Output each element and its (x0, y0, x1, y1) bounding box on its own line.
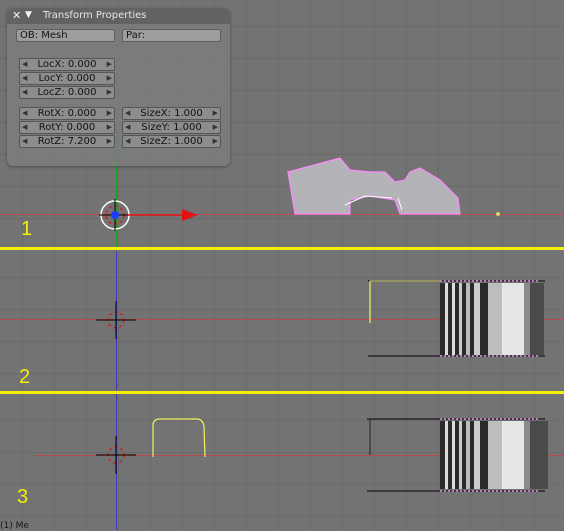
locx-value: LocX: 0.000 (37, 59, 97, 70)
rotz-field[interactable]: ◀ RotZ: 7.200 ▶ (19, 135, 115, 148)
rotz-value: RotZ: 7.200 (37, 136, 97, 147)
viewport-number: 3 (17, 486, 29, 508)
left-arrow-icon[interactable]: ◀ (125, 136, 130, 147)
sizex-field[interactable]: ◀ SizeX: 1.000 ▶ (122, 107, 221, 120)
transform-arrow-icon (128, 209, 198, 221)
right-arrow-icon[interactable]: ▶ (213, 122, 218, 133)
sizey-value: SizeY: 1.000 (141, 122, 202, 133)
right-arrow-icon[interactable]: ▶ (107, 59, 112, 70)
left-arrow-icon[interactable]: ◀ (22, 73, 27, 84)
right-arrow-icon[interactable]: ▶ (107, 87, 112, 98)
locy-value: LocY: 0.000 (38, 73, 96, 84)
viewport-separator (0, 247, 564, 250)
left-arrow-icon[interactable]: ◀ (22, 108, 27, 119)
right-arrow-icon[interactable]: ▶ (213, 108, 218, 119)
left-arrow-icon[interactable]: ◀ (22, 87, 27, 98)
locx-field[interactable]: ◀ LocX: 0.000 ▶ (19, 58, 115, 71)
viewport-2[interactable]: 2 (0, 251, 564, 390)
viewport-3-scene (96, 418, 548, 492)
left-arrow-icon[interactable]: ◀ (22, 59, 27, 70)
locy-field[interactable]: ◀ LocY: 0.000 ▶ (19, 72, 115, 85)
right-arrow-icon[interactable]: ▶ (107, 73, 112, 84)
viewport-2-scene (96, 280, 545, 357)
3d-cursor-icon (96, 436, 136, 474)
locz-value: LocZ: 0.000 (37, 87, 97, 98)
sizey-field[interactable]: ◀ SizeY: 1.000 ▶ (122, 121, 221, 134)
left-arrow-icon[interactable]: ◀ (125, 108, 130, 119)
3d-cursor-icon (99, 199, 131, 231)
3d-cursor-icon (96, 301, 136, 339)
left-arrow-icon[interactable]: ◀ (125, 122, 130, 133)
transform-properties-panel[interactable]: ✕ ▼ Transform Properties OB: Mesh Par: ◀… (7, 8, 230, 166)
right-arrow-icon[interactable]: ▶ (107, 108, 112, 119)
locz-field[interactable]: ◀ LocZ: 0.000 ▶ (19, 86, 115, 99)
close-icon[interactable]: ✕ (12, 9, 21, 22)
mesh-object-top (287, 157, 461, 215)
collapse-triangle-icon[interactable]: ▼ (25, 10, 32, 20)
mesh-object-front (152, 418, 548, 492)
rotx-field[interactable]: ◀ RotX: 0.000 ▶ (19, 107, 115, 120)
roty-value: RotY: 0.000 (38, 122, 96, 133)
viewport-number: 1 (21, 218, 33, 240)
sizez-value: SizeZ: 1.000 (140, 136, 203, 147)
panel-header[interactable]: ✕ ▼ Transform Properties (7, 8, 230, 24)
sizex-value: SizeX: 1.000 (140, 108, 203, 119)
object-center-icon (496, 212, 500, 216)
object-name-field[interactable]: OB: Mesh (16, 29, 115, 42)
mesh-object-side (368, 280, 545, 357)
panel-title: Transform Properties (43, 10, 147, 21)
left-arrow-icon[interactable]: ◀ (22, 122, 27, 133)
left-arrow-icon[interactable]: ◀ (22, 136, 27, 147)
roty-field[interactable]: ◀ RotY: 0.000 ▶ (19, 121, 115, 134)
viewport-number: 2 (19, 366, 31, 388)
rotx-value: RotX: 0.000 (37, 108, 97, 119)
parent-field[interactable]: Par: (122, 29, 221, 42)
right-arrow-icon[interactable]: ▶ (213, 136, 218, 147)
viewport-3[interactable]: 3 (0, 394, 564, 530)
sizez-field[interactable]: ◀ SizeZ: 1.000 ▶ (122, 135, 221, 148)
right-arrow-icon[interactable]: ▶ (107, 122, 112, 133)
right-arrow-icon[interactable]: ▶ (107, 136, 112, 147)
